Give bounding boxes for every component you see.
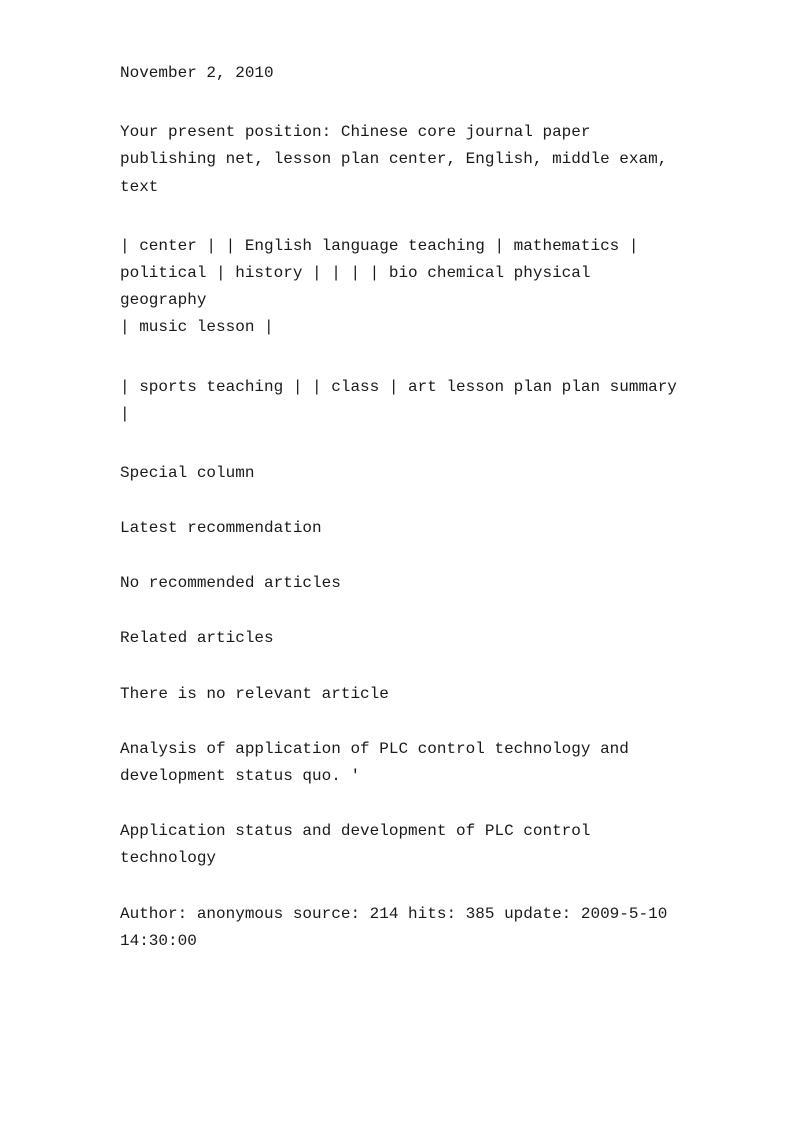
related-articles-label: Related articles — [120, 629, 274, 647]
breadcrumb-line3: text — [120, 174, 680, 201]
author-info-section: Author: anonymous source: 214 hits: 385 … — [120, 901, 680, 955]
latest-recommendation-section: Latest recommendation — [120, 515, 680, 542]
article2-line2[interactable]: technology — [120, 845, 680, 872]
nav-block: | center | | English language teaching |… — [120, 233, 680, 342]
nav-block2: | sports teaching | | class | art lesson… — [120, 374, 680, 428]
date-text: November 2, 2010 — [120, 64, 274, 82]
breadcrumb-line1: Your present position: Chinese core jour… — [120, 119, 680, 146]
nav1-line1[interactable]: | center | | English language teaching |… — [120, 233, 680, 260]
article1-line2[interactable]: development status quo. ' — [120, 763, 680, 790]
no-recommended-section: No recommended articles — [120, 570, 680, 597]
article2-line1[interactable]: Application status and development of PL… — [120, 818, 680, 845]
nav1-line3[interactable]: | music lesson | — [120, 314, 680, 341]
author-info-line2: 14:30:00 — [120, 928, 680, 955]
latest-recommendation-label: Latest recommendation — [120, 519, 322, 537]
article1-line1[interactable]: Analysis of application of PLC control t… — [120, 736, 680, 763]
author-info-line1: Author: anonymous source: 214 hits: 385 … — [120, 901, 680, 928]
article1-section[interactable]: Analysis of application of PLC control t… — [120, 736, 680, 790]
special-column-label: Special column — [120, 464, 254, 482]
special-column-section: Special column — [120, 460, 680, 487]
nav1-line2[interactable]: political | history | | | | bio chemical… — [120, 260, 680, 314]
no-recommended-text: No recommended articles — [120, 574, 341, 592]
nav2-line2[interactable]: | — [120, 401, 680, 428]
related-articles-section: Related articles — [120, 625, 680, 652]
no-relevant-text: There is no relevant article — [120, 685, 389, 703]
date-line: November 2, 2010 — [120, 60, 680, 87]
breadcrumb-block: Your present position: Chinese core jour… — [120, 119, 680, 201]
breadcrumb-line2: publishing net, lesson plan center, Engl… — [120, 146, 680, 173]
article2-section[interactable]: Application status and development of PL… — [120, 818, 680, 872]
no-relevant-section: There is no relevant article — [120, 681, 680, 708]
nav2-line1[interactable]: | sports teaching | | class | art lesson… — [120, 374, 680, 401]
